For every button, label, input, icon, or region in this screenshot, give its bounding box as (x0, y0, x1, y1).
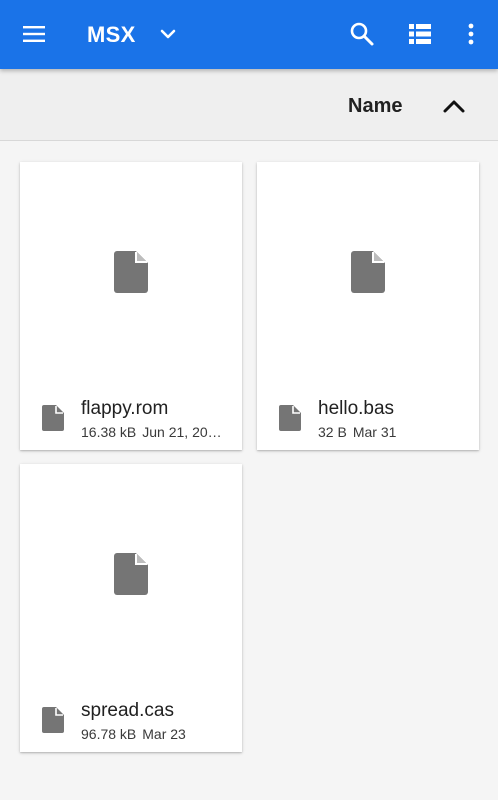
file-card[interactable]: flappy.rom 16.38 kB Jun 21, 20… (20, 162, 242, 450)
view-toggle-button[interactable] (398, 12, 442, 56)
overflow-menu-button[interactable] (449, 12, 493, 56)
sort-bar: Name (0, 69, 498, 141)
file-icon (114, 251, 148, 293)
app-bar: MSX (0, 0, 498, 69)
file-size: 32 B (318, 424, 347, 440)
file-type-icon (42, 707, 64, 733)
chevron-up-icon (443, 100, 465, 113)
file-thumbnail (20, 162, 242, 382)
file-thumbnail (20, 464, 242, 684)
file-meta: 16.38 kB Jun 21, 20… (81, 423, 231, 441)
file-type-icon (42, 405, 64, 431)
search-icon (350, 22, 374, 46)
file-card[interactable]: hello.bas 32 B Mar 31 (257, 162, 479, 450)
more-vert-icon (468, 23, 474, 45)
file-name: flappy.rom (81, 398, 169, 419)
folder-title[interactable]: MSX (87, 19, 136, 51)
sort-direction-button[interactable] (436, 91, 472, 121)
file-meta: 32 B Mar 31 (318, 423, 468, 441)
file-size: 16.38 kB (81, 424, 137, 440)
view-list-icon (409, 24, 431, 44)
file-icon (351, 251, 385, 293)
file-name: hello.bas (318, 398, 395, 419)
file-thumbnail (257, 162, 479, 382)
file-icon (114, 553, 148, 595)
file-name: spread.cas (81, 700, 174, 721)
file-date: Mar 23 (142, 726, 186, 742)
file-meta: 96.78 kB Mar 23 (81, 725, 231, 743)
file-date: Mar 31 (352, 424, 397, 440)
chevron-down-icon (160, 29, 176, 39)
file-card[interactable]: spread.cas 96.78 kB Mar 23 (20, 464, 242, 752)
file-type-icon (279, 405, 301, 431)
menu-button[interactable] (12, 12, 56, 56)
menu-icon (23, 26, 45, 42)
file-size: 96.78 kB (81, 726, 137, 742)
search-button[interactable] (340, 12, 384, 56)
sort-by-name-button[interactable]: Name (348, 93, 402, 119)
file-date: Jun 21, 20… (142, 424, 222, 440)
folder-dropdown-button[interactable] (146, 12, 190, 56)
